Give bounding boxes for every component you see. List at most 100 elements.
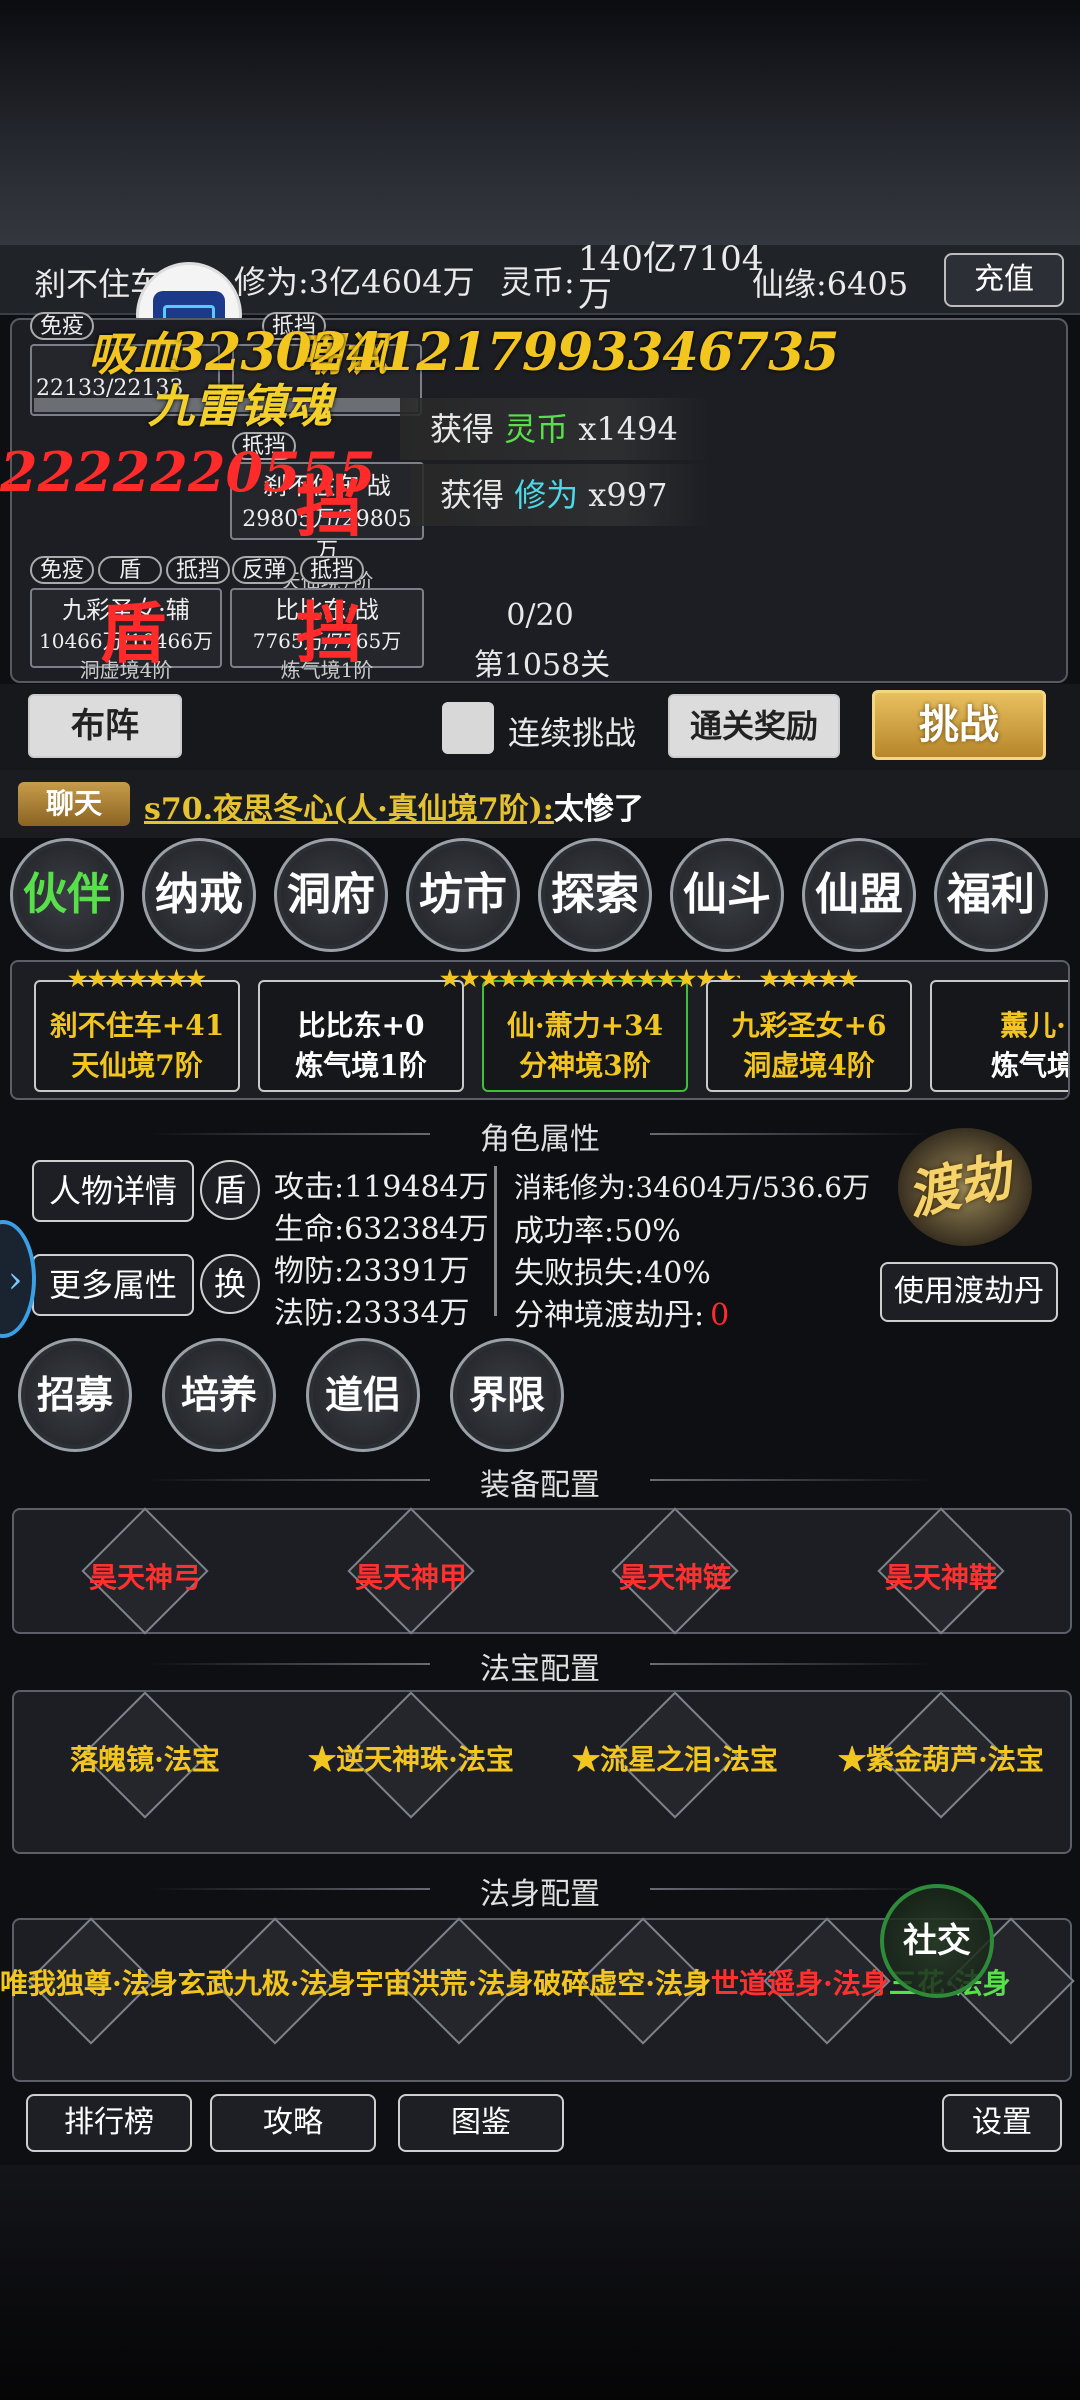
reward1-item: 灵币 [504, 410, 569, 448]
pill-label: 分神境渡劫丹: [514, 1298, 705, 1333]
main-menu: 伙伴 纳戒 洞府 坊市 探索 仙斗 仙盟 福利 [0, 838, 1080, 958]
partner-2-name: 比比东+0 [297, 1009, 425, 1042]
pill-line: 分神境渡劫丹: 0 [514, 1290, 729, 1334]
reward-line-cultivation: 获得 修为 x997 [410, 464, 710, 526]
equip-slot-2-name: 昊天神甲 [354, 1561, 467, 1594]
tag-reflect-3: 反弹 [232, 556, 296, 584]
action-limit[interactable]: 界限 [450, 1338, 564, 1452]
auto-challenge-checkbox[interactable] [442, 702, 494, 754]
treasure-slot-1-name: 落魄镜·法宝 [70, 1743, 220, 1776]
ranking-button[interactable]: 排行榜 [26, 2094, 192, 2152]
success-rate: 成功率:50% [514, 1214, 681, 1249]
formation-button[interactable]: 布阵 [28, 694, 182, 758]
stage-number: 第1058关 [473, 648, 611, 683]
partner-card-2[interactable]: 比比东+0 炼气境1阶 [258, 980, 464, 1092]
character-detail-button[interactable]: 人物详情 [32, 1160, 194, 1222]
treasure-slot-4-name: ★紫金葫芦·法宝 [838, 1743, 1044, 1776]
reward2-item: 修为 [514, 476, 579, 514]
float-shield-text: 盾 [100, 594, 166, 672]
guide-button[interactable]: 攻略 [210, 2094, 376, 2152]
equip-slot-4-name: 昊天神鞋 [884, 1561, 997, 1594]
action-companion[interactable]: 道侣 [306, 1338, 420, 1452]
menu-ring[interactable]: 纳戒 [142, 838, 256, 952]
menu-explore[interactable]: 探索 [538, 838, 652, 952]
menu-duel[interactable]: 仙斗 [670, 838, 784, 952]
partner-5-realm: 炼气境 [990, 1049, 1070, 1082]
recharge-button[interactable]: 充值 [944, 253, 1064, 307]
chat-message: 太惨了 [553, 792, 644, 827]
clear-reward-button[interactable]: 通关奖励 [668, 694, 840, 758]
menu-market[interactable]: 坊市 [406, 838, 520, 952]
partner-4-stars: ★★★★★ [759, 966, 859, 992]
partner-4-name: 九彩圣女+6 [731, 1009, 887, 1042]
tag-immune-3: 免疫 [30, 556, 94, 584]
partner-3-stars: ★★★★★★★★★★★★★★★★★★★ [440, 966, 740, 992]
partner-card-5[interactable]: 薰儿· 炼气境 [930, 980, 1070, 1092]
chat-message-line[interactable]: s70.夜思冬心(人·真仙境7阶):太惨了 [144, 784, 644, 828]
settings-button[interactable]: 设置 [942, 2094, 1062, 2152]
top-background [0, 0, 1080, 245]
equip-slot-1-name: 昊天神弓 [88, 1561, 201, 1594]
menu-cave[interactable]: 洞府 [274, 838, 388, 952]
partner-4-realm: 洞虚境4阶 [743, 1049, 875, 1082]
spirit-coin-label: 灵币: [500, 263, 575, 301]
chat-speaker: s70.夜思冬心(人·真仙境7阶): [144, 792, 554, 827]
cultivation-value: 修为:3亿4604万 [234, 263, 475, 301]
attr-divider [494, 1166, 497, 1316]
use-pill-button[interactable]: 使用渡劫丹 [880, 1262, 1058, 1322]
codex-button[interactable]: 图鉴 [398, 2094, 564, 2152]
action-recruit[interactable]: 招募 [18, 1338, 132, 1452]
partner-3-name: 仙·萧力+34 [506, 1009, 664, 1042]
auto-challenge-label: 连续挑战 [508, 714, 637, 752]
attributes-title: 角色属性 [430, 1114, 650, 1158]
spirit-coin-value: 140亿7104万 [578, 239, 764, 315]
pill-count: 0 [710, 1298, 730, 1333]
menu-partner[interactable]: 伙伴 [10, 838, 124, 952]
dharma-names-yellow: 唯我独尊·法身玄武九极·法身宇宙洪荒·法身破碎虚空·法身 [0, 1967, 711, 2000]
tribulation-button[interactable]: 渡劫 [898, 1128, 1032, 1246]
dharma-names-red: 世道遥身·法身 [711, 1967, 889, 2000]
treasure-slot-3-name: ★流星之泪·法宝 [572, 1743, 778, 1776]
cost-value: 消耗修为:34604万/536.6万 [514, 1171, 871, 1204]
action-train[interactable]: 培养 [162, 1338, 276, 1452]
float-block-text-2: 挡 [296, 594, 362, 672]
float-skill-name: 九雷镇魂 [148, 379, 332, 433]
reward1-prefix: 获得 [430, 410, 495, 448]
challenge-button[interactable]: 挑战 [872, 690, 1046, 760]
mdef-value: 法防:23334万 [274, 1296, 470, 1331]
reward2-count: x997 [588, 476, 668, 514]
reward2-prefix: 获得 [440, 476, 505, 514]
partner-1-realm: 天仙境7阶 [71, 1049, 203, 1082]
treasures-title: 法宝配置 [430, 1644, 650, 1688]
chevron-right-icon: › [8, 1260, 23, 1301]
partner-card-1[interactable]: ★★★★★★★ 刹不住车+41 天仙境7阶 [34, 966, 240, 1092]
partner-1-stars: ★★★★★★★ [67, 966, 207, 992]
partner-card-3[interactable]: ★★★★★★★★★★★★★★★★★★★ 仙·萧力+34 分神境3阶 [440, 966, 740, 1092]
reward-line-coin: 获得 灵币 x1494 [400, 398, 710, 460]
partner-card-4[interactable]: ★★★★★ 九彩圣女+6 洞虚境4阶 [706, 966, 912, 1092]
fail-loss: 失败损失:40% [514, 1256, 711, 1291]
dharma-title: 法身配置 [430, 1869, 650, 1913]
more-attributes-button[interactable]: 更多属性 [32, 1254, 194, 1316]
chat-label[interactable]: 聊天 [18, 782, 130, 826]
side-expand-handle[interactable]: › [0, 1220, 36, 1338]
attack-value: 攻击:119484万 [274, 1170, 489, 1205]
partner-3-realm: 分神境3阶 [519, 1049, 651, 1082]
swap-button[interactable]: 换 [200, 1254, 260, 1314]
bottom-background [0, 2165, 1080, 2400]
treasure-slot-2-name: ★逆天神珠·法宝 [308, 1743, 514, 1776]
menu-welfare[interactable]: 福利 [934, 838, 1048, 952]
partner-5-name: 薰儿· [1000, 1009, 1066, 1042]
social-button[interactable]: 社交 [880, 1884, 994, 1998]
equipment-title: 装备配置 [430, 1460, 650, 1504]
equip-slot-3-name: 昊天神链 [618, 1561, 731, 1594]
wave-counter: 0/20 [506, 598, 574, 633]
partner-2-realm: 炼气境1阶 [295, 1049, 427, 1082]
tag-block-3: 抵挡 [166, 556, 230, 584]
partner-strip: ★★★★★★★ 刹不住车+41 天仙境7阶 比比东+0 炼气境1阶 ★★★★★★… [10, 960, 1070, 1100]
fate-value: 仙缘:6405 [752, 265, 909, 303]
shield-button[interactable]: 盾 [200, 1160, 260, 1220]
hp-value: 生命:632384万 [274, 1212, 489, 1247]
tribulation-label: 渡劫 [901, 1145, 1017, 1228]
menu-alliance[interactable]: 仙盟 [802, 838, 916, 952]
